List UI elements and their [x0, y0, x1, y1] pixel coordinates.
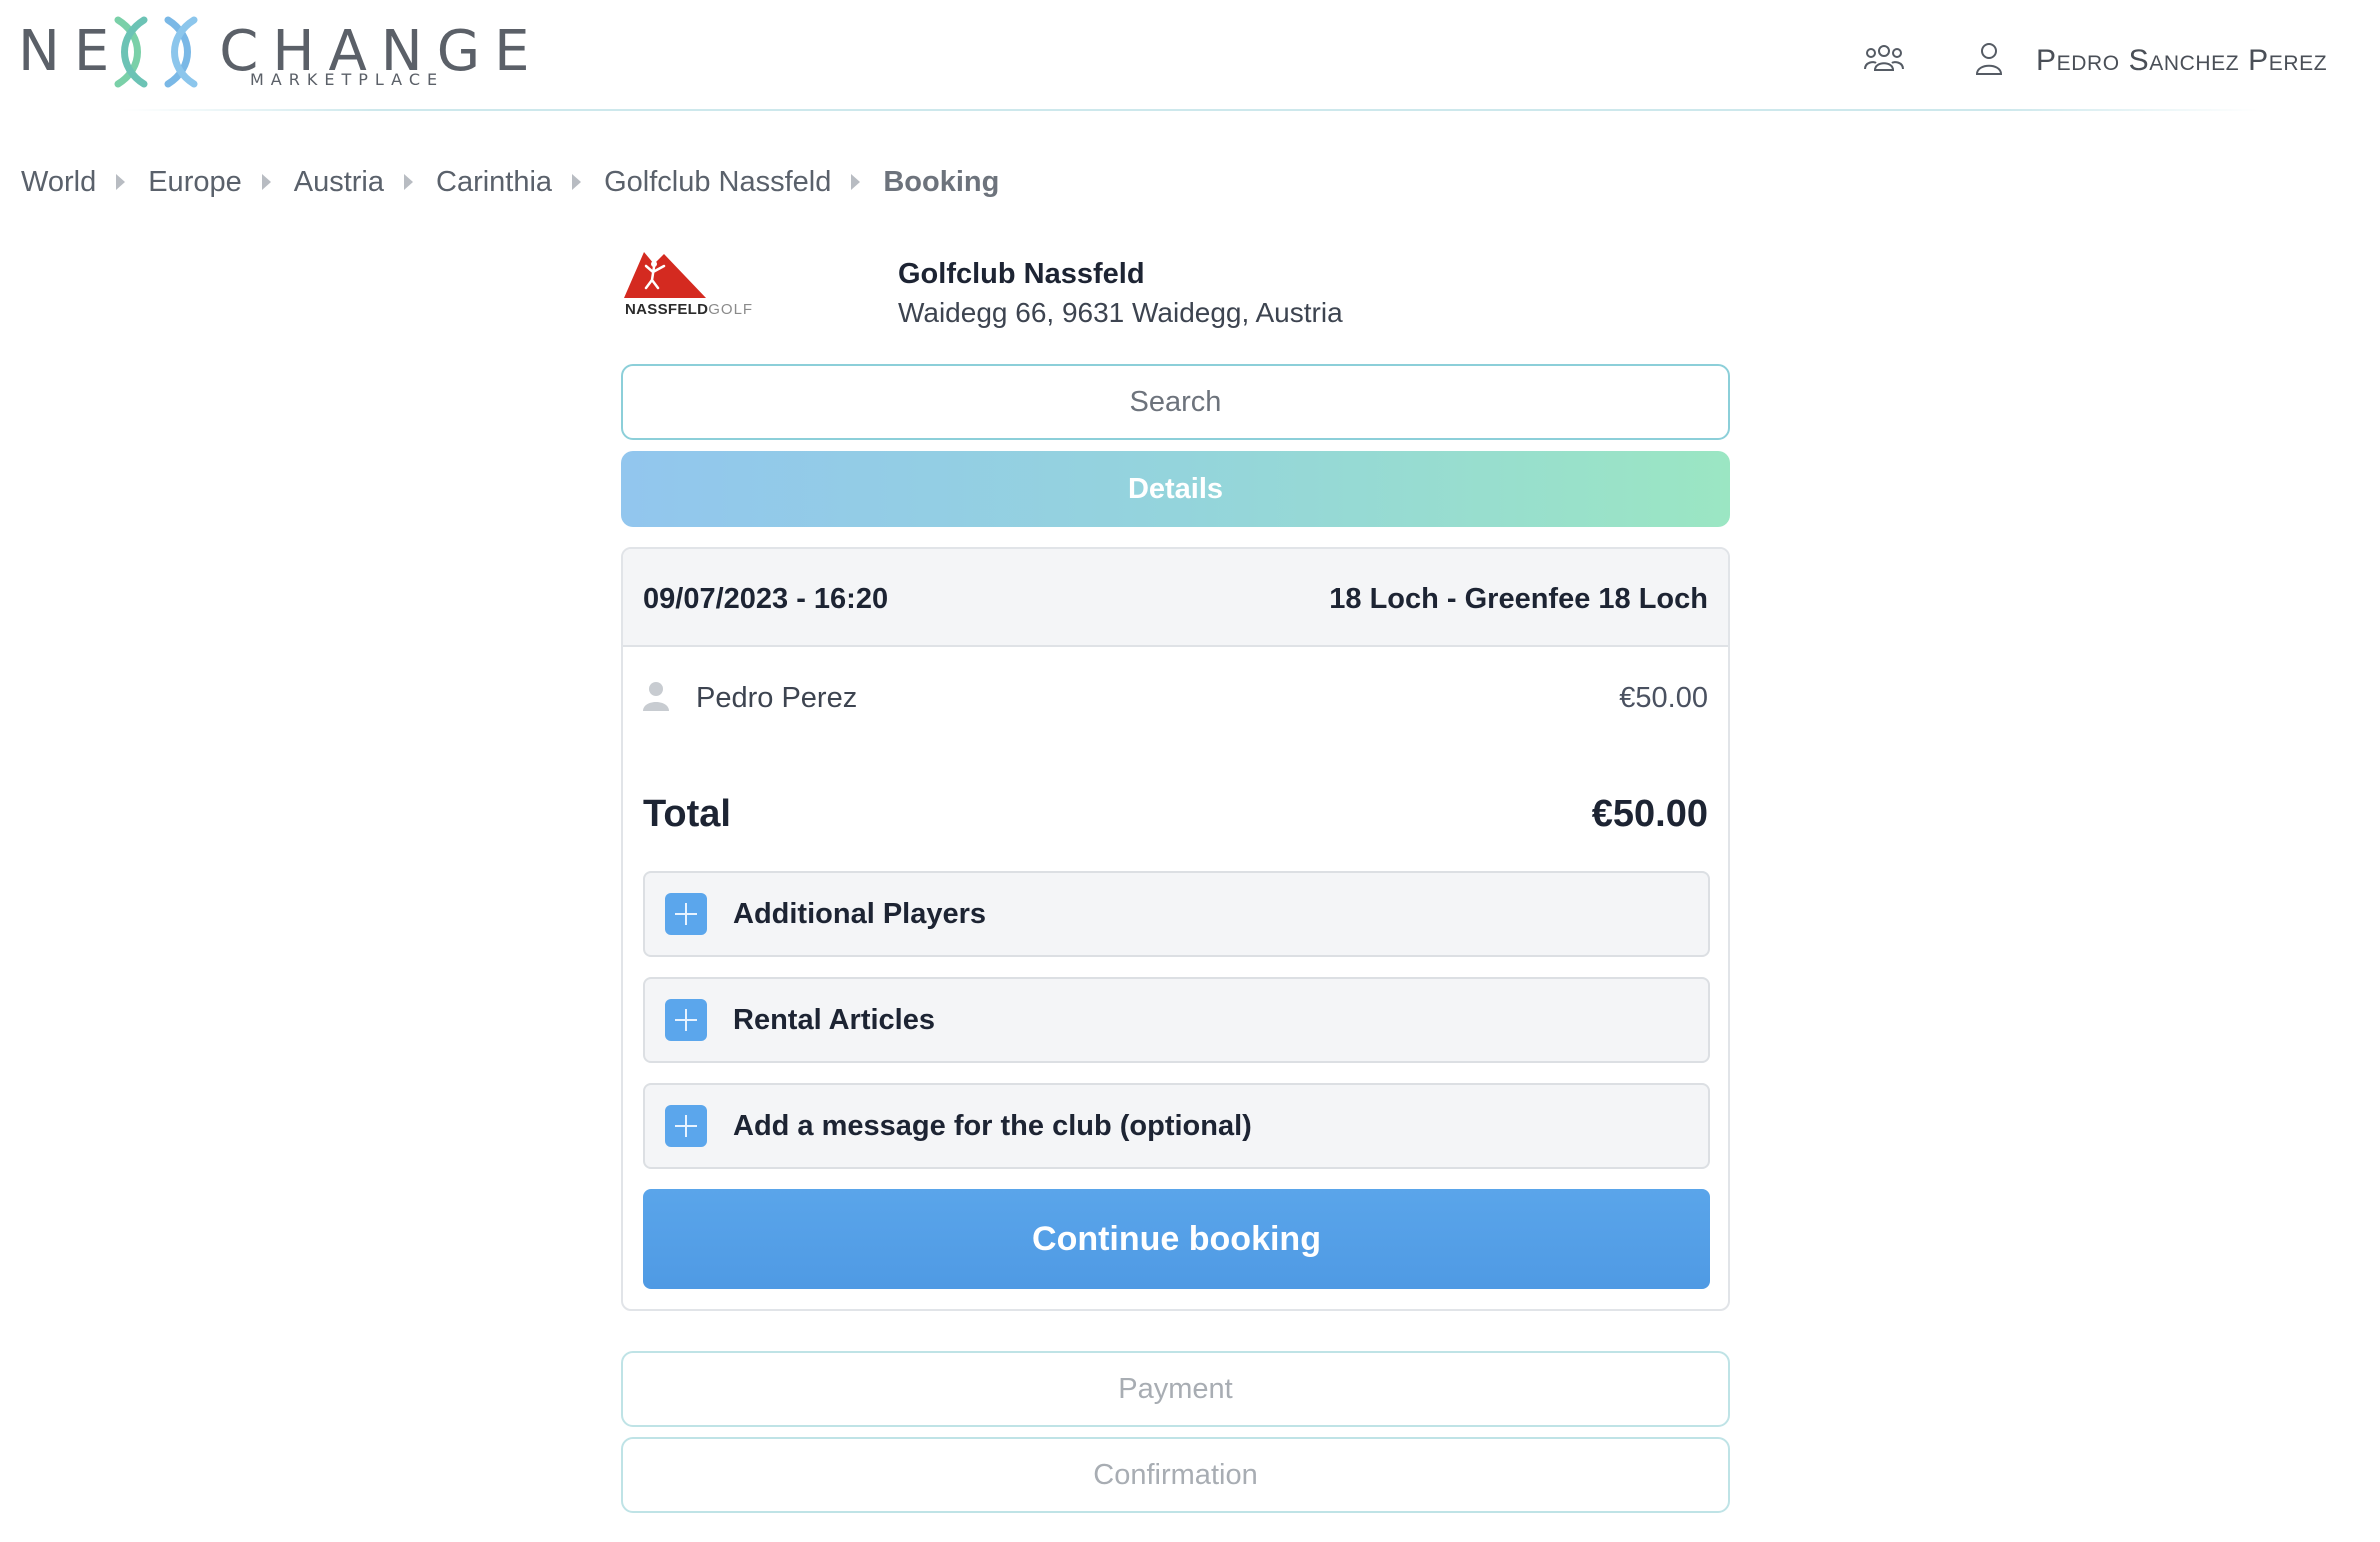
club-logo-text-light: GOLF [708, 301, 754, 318]
total-label: Total [643, 793, 731, 835]
user-icon[interactable] [1974, 42, 2004, 76]
booking-product: 18 Loch - Greenfee 18 Loch [1329, 583, 1708, 615]
header-divider [120, 109, 2260, 111]
club-name: Golfclub Nassfeld [898, 258, 1145, 290]
breadcrumb-europe[interactable]: Europe [148, 166, 242, 199]
plus-icon [665, 893, 707, 935]
logo-x-icon [114, 16, 198, 88]
club-logo-mountain-icon [624, 252, 706, 298]
club-logo: NASSFELDGOLF [622, 246, 762, 320]
breadcrumb-separator-icon [261, 174, 271, 190]
step-search[interactable]: Search [621, 364, 1730, 440]
person-icon [643, 682, 669, 711]
breadcrumb-austria[interactable]: Austria [294, 166, 384, 199]
booking-details-card: 09/07/2023 - 16:20 18 Loch - Greenfee 18… [621, 547, 1730, 1311]
club-logo-text: NASSFELDGOLF [625, 301, 753, 318]
logo-subtitle: MARKETPLACE [250, 70, 445, 89]
club-message-accordion[interactable]: Add a message for the club (optional) [643, 1083, 1710, 1169]
group-icon[interactable] [1864, 42, 1904, 76]
club-address: Waidegg 66, 9631 Waidegg, Austria [898, 297, 1343, 328]
breadcrumb-separator-icon [116, 174, 126, 190]
plus-icon [665, 999, 707, 1041]
breadcrumb-carinthia[interactable]: Carinthia [436, 166, 552, 199]
total-value: €50.00 [1591, 793, 1708, 835]
step-confirmation[interactable]: Confirmation [621, 1437, 1730, 1513]
breadcrumb-world[interactable]: World [21, 166, 96, 199]
accordion-label: Rental Articles [733, 1003, 935, 1036]
booking-page: NE CHANGE MARKETPLACE Pedro Sanchez Perez [0, 0, 2380, 1542]
plus-icon [665, 1105, 707, 1147]
player-row: Pedro Perez €50.00 [643, 679, 1708, 719]
booking-summary-header: 09/07/2023 - 16:20 18 Loch - Greenfee 18… [623, 549, 1728, 647]
additional-players-accordion[interactable]: Additional Players [643, 871, 1710, 957]
player-name: Pedro Perez [696, 682, 858, 714]
breadcrumb-separator-icon [404, 174, 413, 190]
breadcrumb-golfclub[interactable]: Golfclub Nassfeld [604, 166, 831, 199]
booking-datetime: 09/07/2023 - 16:20 [643, 583, 889, 615]
accordion-label: Add a message for the club (optional) [733, 1109, 1252, 1142]
nexchange-logo[interactable]: NE CHANGE MARKETPLACE [18, 16, 529, 90]
step-payment[interactable]: Payment [621, 1351, 1730, 1427]
user-name-link[interactable]: Pedro Sanchez Perez [2036, 44, 2327, 78]
top-header: NE CHANGE MARKETPLACE Pedro Sanchez Perez [0, 0, 2380, 112]
club-logo-text-bold: NASSFELD [625, 301, 709, 318]
rental-articles-accordion[interactable]: Rental Articles [643, 977, 1710, 1063]
breadcrumb-separator-icon [572, 174, 582, 190]
breadcrumb-booking: Booking [883, 165, 1000, 198]
player-price: €50.00 [1619, 682, 1708, 714]
breadcrumb: World Europe Austria Carinthia Golfclub … [21, 162, 999, 202]
breadcrumb-separator-icon [851, 174, 861, 190]
step-details[interactable]: Details [621, 451, 1730, 527]
accordion-label: Additional Players [733, 897, 987, 930]
continue-booking-button[interactable]: Continue booking [643, 1189, 1710, 1289]
